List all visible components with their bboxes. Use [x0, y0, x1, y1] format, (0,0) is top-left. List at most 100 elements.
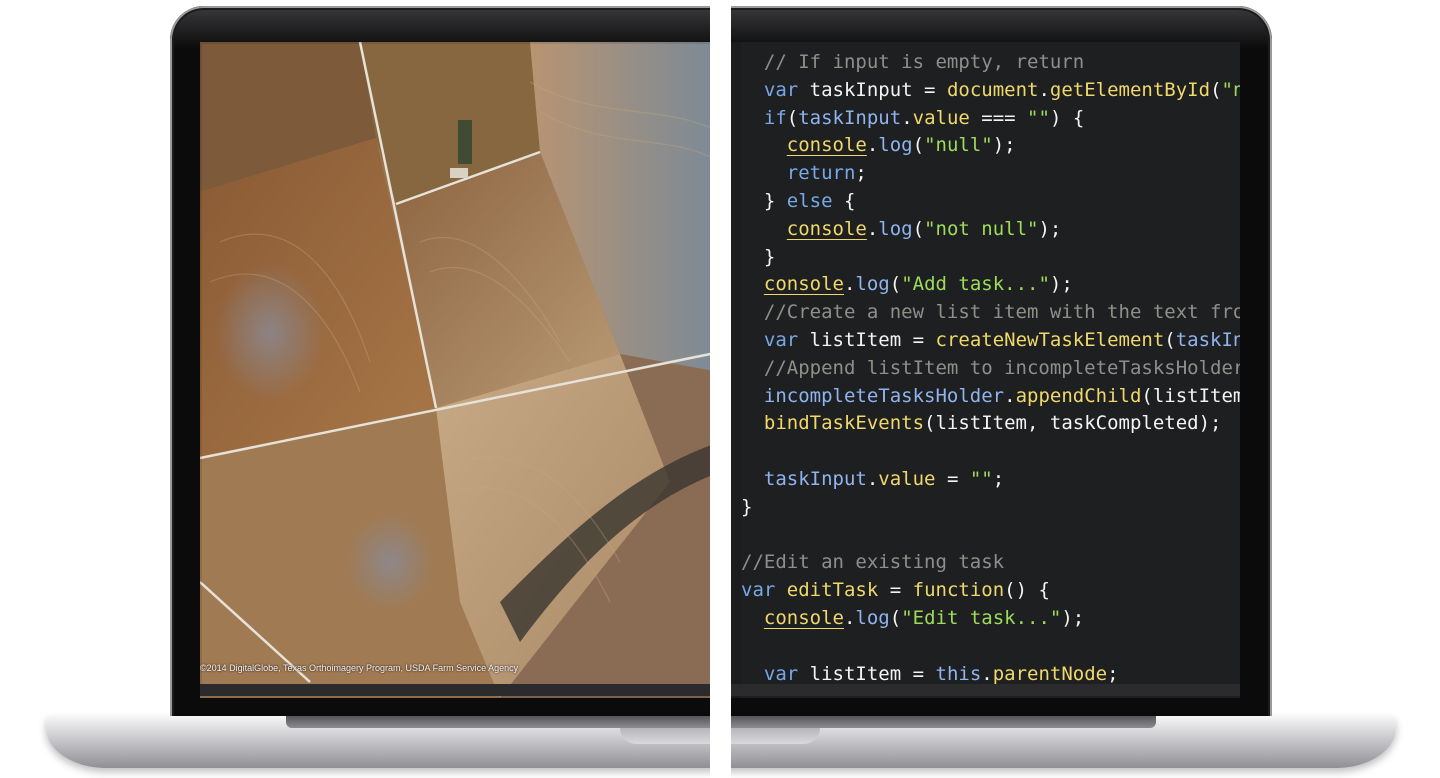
code-editor[interactable]: // If input is empty, return var taskInp…: [741, 42, 1240, 698]
code-line: }: [741, 494, 1240, 522]
code-token: (: [889, 606, 902, 629]
code-token: .: [843, 273, 856, 296]
code-token: "": [969, 467, 993, 490]
code-token: //Append listItem to incompleteTasksHold…: [763, 356, 1240, 379]
code-token: }: [741, 495, 753, 518]
code-token: taskInput =: [798, 78, 947, 101]
code-token: =: [878, 579, 913, 602]
code-token: incompleteTasksHolder: [763, 384, 1005, 407]
code-line: }: [741, 244, 1240, 272]
hinge: [731, 716, 1156, 728]
code-token: (: [786, 106, 799, 129]
code-line: console.log("Edit task...");: [741, 605, 1240, 633]
code-token: ) {: [1049, 106, 1085, 129]
code-line: console.log("not null");: [741, 216, 1240, 244]
hinge: [286, 716, 710, 728]
code-line: } else {: [741, 188, 1240, 216]
code-token: parentNode: [992, 662, 1108, 685]
code-token: //Edit an existing task: [741, 551, 1005, 574]
code-token: .: [981, 662, 993, 685]
code-token: taskInput: [798, 106, 902, 129]
code-token: );: [1038, 217, 1062, 240]
left-panel: ©2014 DigitalGlobe, Texas Orthoimagery P…: [0, 0, 710, 778]
photo-credit: ©2014 DigitalGlobe, Texas Orthoimagery P…: [200, 663, 519, 673]
code-token: ;: [855, 162, 867, 185]
code-token: log: [878, 134, 913, 157]
code-token: (: [912, 134, 925, 157]
code-token: {: [832, 189, 856, 212]
code-token: );: [1061, 606, 1085, 629]
laptop-screen: // If input is empty, return var taskInp…: [731, 42, 1240, 698]
code-token: bindTaskEvents: [763, 412, 925, 435]
code-token: .: [843, 606, 856, 629]
code-token: log: [855, 273, 890, 296]
code-token: (: [889, 273, 902, 296]
code-token: }: [763, 189, 787, 212]
code-token: console: [763, 273, 844, 296]
code-token: this: [935, 662, 982, 685]
code-token: listItem =: [798, 328, 936, 351]
right-panel: // If input is empty, return var taskInp…: [731, 0, 1440, 778]
laptop-screen: ©2014 DigitalGlobe, Texas Orthoimagery P…: [200, 42, 710, 698]
code-token: () {: [1004, 579, 1050, 602]
code-token: );: [992, 134, 1016, 157]
code-token: ;: [1107, 662, 1119, 685]
code-token: }: [763, 245, 776, 268]
laptop: // If input is empty, return var taskInp…: [731, 0, 1440, 778]
code-line: console.log("null");: [741, 132, 1240, 160]
code-token: appendChild: [1015, 384, 1142, 407]
split-divider: [710, 0, 731, 778]
code-token: value: [912, 106, 970, 129]
code-token: ===: [969, 106, 1028, 129]
aerial-farmland-photo: [200, 42, 710, 698]
code-line: var editTask = function() {: [741, 577, 1240, 605]
code-line: var listItem = createNewTaskElement(task…: [741, 327, 1240, 355]
code-token: getElementById: [1049, 78, 1211, 101]
code-line: if(taskInput.value === "") {: [741, 105, 1240, 133]
code-token: var: [741, 579, 776, 602]
code-token: .: [866, 217, 879, 240]
code-line: //Append listItem to incompleteTasksHold…: [741, 355, 1240, 383]
code-token: value: [878, 467, 936, 490]
code-line: console.log("Add task...");: [741, 271, 1240, 299]
code-token: );: [1049, 273, 1073, 296]
code-token: "": [1027, 106, 1050, 129]
code-token: if: [763, 106, 787, 129]
code-token: console: [763, 606, 844, 629]
code-line: bindTaskEvents(listItem, taskCompleted);: [741, 410, 1240, 438]
code-token: console: [786, 217, 867, 240]
code-token: log: [878, 217, 913, 240]
code-token: // If input is empty, return: [763, 51, 1085, 73]
screen-bottom-bezel: [200, 684, 710, 696]
code-token: "not null": [924, 217, 1039, 240]
code-token: .: [1038, 78, 1050, 101]
code-token: var: [763, 662, 799, 685]
code-token: "null": [924, 134, 993, 157]
lid-opening-notch: [731, 728, 820, 744]
code-token: var: [763, 328, 799, 351]
code-token: function: [912, 579, 1005, 602]
code-token: log: [855, 606, 890, 629]
code-line: incompleteTasksHolder.appendChild(listIt…: [741, 383, 1240, 411]
code-token: .: [866, 467, 879, 490]
code-token: document: [946, 78, 1039, 101]
code-token: taskInput: [1175, 328, 1240, 351]
lid-opening-notch: [620, 728, 710, 744]
code-token: ;: [992, 467, 1005, 490]
